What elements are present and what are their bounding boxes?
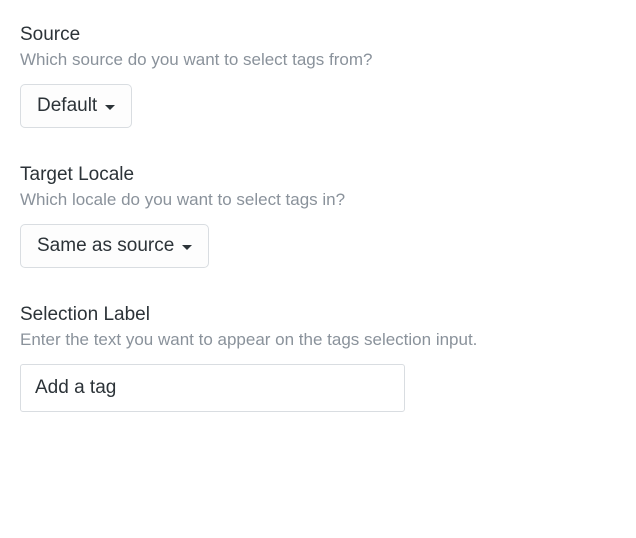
source-dropdown[interactable]: Default	[20, 84, 132, 128]
caret-down-icon	[182, 245, 192, 250]
source-label: Source	[20, 24, 616, 46]
selection-label-label: Selection Label	[20, 304, 616, 326]
target-locale-help: Which locale do you want to select tags …	[20, 190, 616, 210]
selection-label-input[interactable]	[20, 364, 405, 412]
source-field-group: Source Which source do you want to selec…	[20, 24, 616, 128]
source-dropdown-value: Default	[37, 95, 97, 117]
caret-down-icon	[105, 105, 115, 110]
target-locale-dropdown-value: Same as source	[37, 235, 174, 257]
selection-label-help: Enter the text you want to appear on the…	[20, 330, 616, 350]
target-locale-field-group: Target Locale Which locale do you want t…	[20, 164, 616, 268]
target-locale-dropdown[interactable]: Same as source	[20, 224, 209, 268]
source-help: Which source do you want to select tags …	[20, 50, 616, 70]
selection-label-field-group: Selection Label Enter the text you want …	[20, 304, 616, 412]
target-locale-label: Target Locale	[20, 164, 616, 186]
